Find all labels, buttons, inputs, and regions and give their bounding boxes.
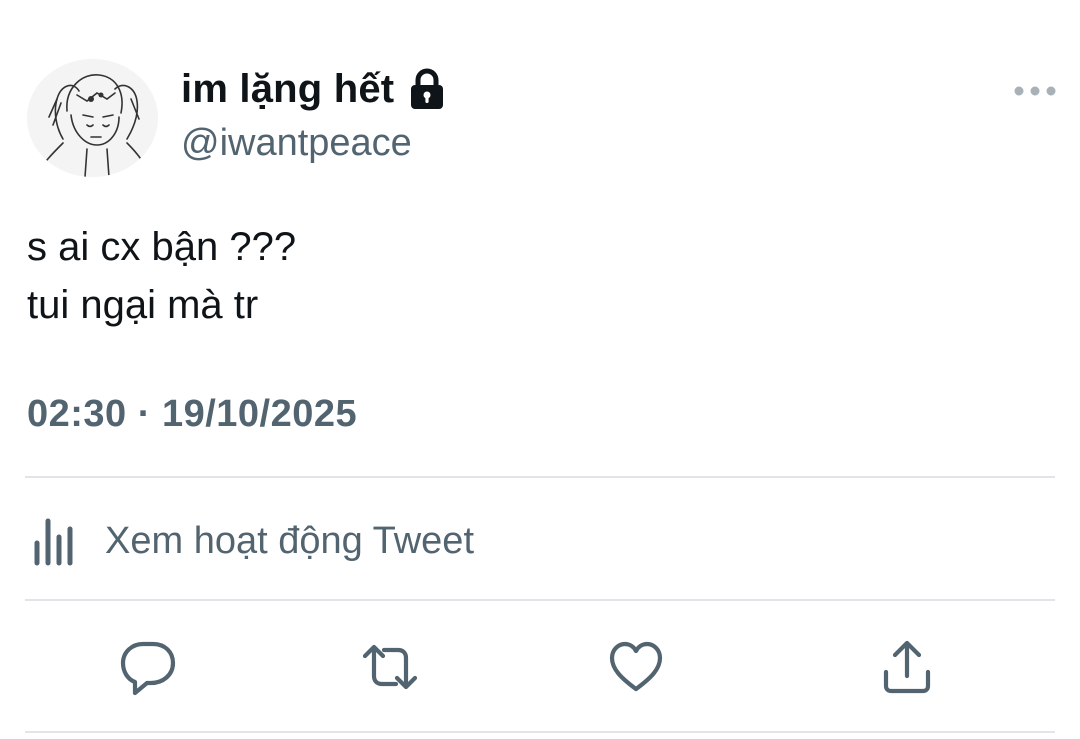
tweet-text: s ai cx bận ??? tui ngại mà tr [27,218,296,334]
retweet-icon [362,644,418,690]
share-button[interactable] [875,636,939,698]
divider [25,731,1055,733]
tweet-line: tui ngại mà tr [27,283,259,327]
divider [25,599,1055,601]
reply-icon [120,641,176,696]
heart-icon [609,641,663,692]
view-tweet-activity-button[interactable]: Xem hoạt động Tweet [27,510,727,572]
tweet-line: s ai cx bận ??? [27,225,297,269]
more-options-button[interactable] [1012,80,1058,102]
like-button[interactable] [604,636,668,698]
retweet-button[interactable] [358,636,422,698]
view-tweet-activity-label: Xem hoạt động Tweet [105,519,474,562]
tweet-detail: im lặng hết @iwantpeace s ai cx bận ??? … [0,0,1080,739]
reply-button[interactable] [116,636,180,698]
tweet-timestamp[interactable]: 02:30 · 19/10/2025 [27,393,357,436]
avatar[interactable] [27,59,158,177]
share-icon [883,640,931,694]
lock-icon [411,68,444,109]
avatar-sketch-image [27,59,158,177]
user-handle[interactable]: @iwantpeace [181,122,412,165]
display-name-row: im lặng hết [181,63,446,115]
analytics-icon [34,518,73,566]
divider [25,476,1055,478]
more-dots-icon [1014,86,1056,96]
display-name[interactable]: im lặng hết [181,67,394,112]
